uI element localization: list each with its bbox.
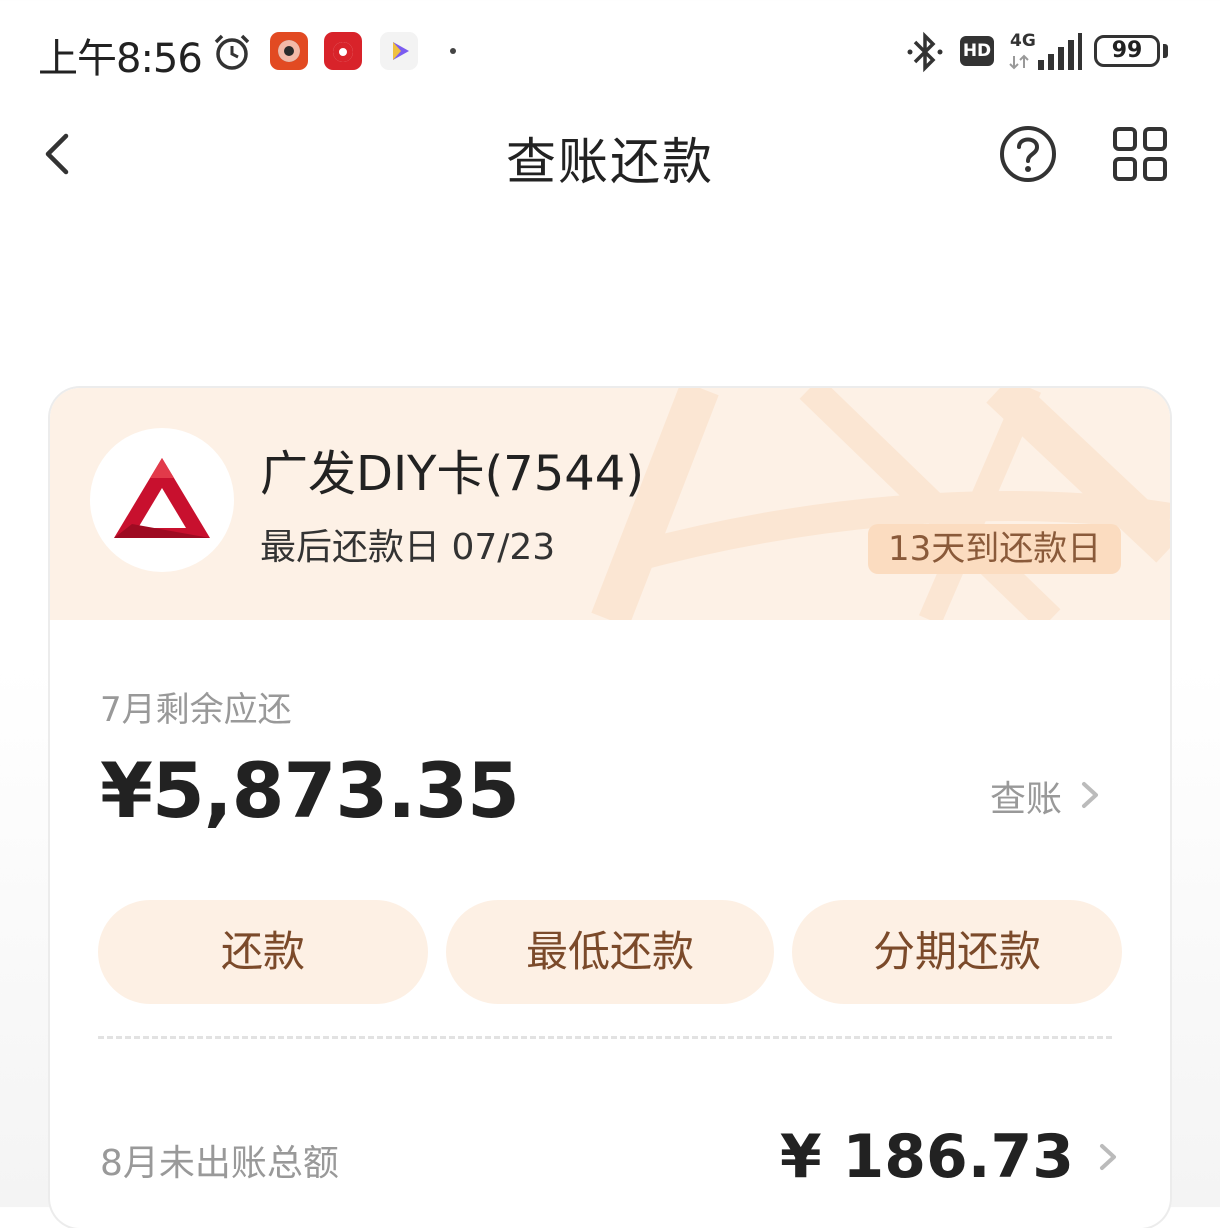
hd-icon: HD xyxy=(960,36,994,66)
video-app-icon xyxy=(380,32,418,70)
battery-icon: 99 xyxy=(1094,35,1160,67)
bank-logo xyxy=(90,428,234,572)
status-time: 上午8:56 xyxy=(38,36,203,82)
back-button[interactable] xyxy=(30,118,90,190)
unbilled-amount-link[interactable]: ¥ 186.73 xyxy=(780,1122,1120,1192)
remaining-due-label: 7月剩余应还 xyxy=(100,690,292,730)
due-date: 最后还款日 07/23 xyxy=(260,527,556,568)
check-bill-label: 查账 xyxy=(990,779,1063,820)
music-app-icon xyxy=(270,32,308,70)
check-bill-link[interactable]: 查账 xyxy=(990,770,1102,820)
battery-cap xyxy=(1163,44,1168,58)
bank-logo-icon xyxy=(114,458,210,538)
minimum-repay-button[interactable]: 最低还款 xyxy=(446,900,774,1004)
installment-repay-button[interactable]: 分期还款 xyxy=(792,900,1122,1004)
status-bar: 上午8:56 HD 4G 99 xyxy=(0,0,1220,100)
chevron-right-icon xyxy=(1100,1144,1116,1170)
card-name: 广发DIY卡(7544) xyxy=(260,446,645,502)
bluetooth-icon xyxy=(907,31,943,73)
svg-text:4G: 4G xyxy=(1010,31,1036,51)
red-app-icon xyxy=(324,32,362,70)
unbilled-amount: ¥ 186.73 xyxy=(779,1122,1074,1192)
repay-button[interactable]: 还款 xyxy=(98,900,428,1004)
chevron-right-icon xyxy=(1082,782,1099,808)
signal-icon: 4G xyxy=(1009,31,1082,70)
help-button[interactable] xyxy=(998,124,1058,184)
card-header: 广发DIY卡(7544) 最后还款日 07/23 13天到还款日 xyxy=(50,388,1170,620)
grid-menu-button[interactable] xyxy=(1110,124,1170,184)
remaining-due-amount: ¥5,873.35 xyxy=(100,746,520,835)
dashed-divider xyxy=(98,1036,1112,1039)
credit-card-panel: 广发DIY卡(7544) 最后还款日 07/23 13天到还款日 7月剩余应还 … xyxy=(50,388,1170,1228)
alarm-icon xyxy=(214,34,250,70)
unbilled-label: 8月未出账总额 xyxy=(100,1143,339,1184)
notification-dot-icon xyxy=(450,48,456,54)
days-remaining-badge: 13天到还款日 xyxy=(868,524,1122,574)
